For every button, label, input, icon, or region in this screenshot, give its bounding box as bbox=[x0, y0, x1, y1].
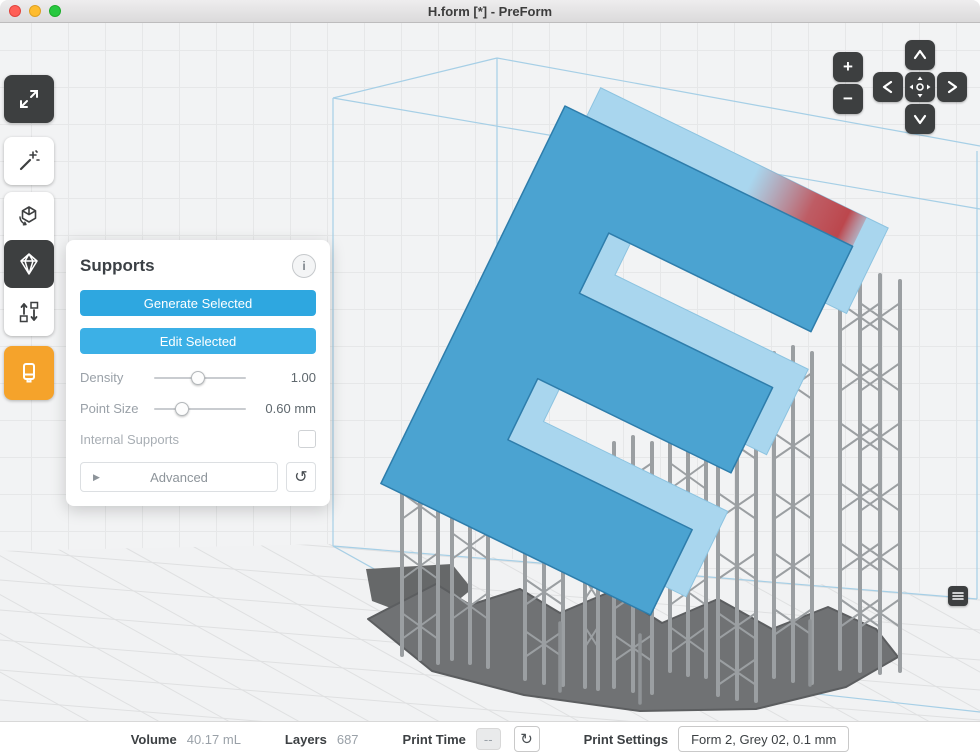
chevron-left-icon bbox=[873, 72, 903, 102]
rotate-view-down-button[interactable] bbox=[905, 104, 935, 134]
model-list-toggle-button[interactable] bbox=[948, 586, 968, 606]
zoom-out-icon: − bbox=[843, 89, 853, 109]
expand-icon: ▶ bbox=[93, 472, 100, 483]
zoom-out-button[interactable]: − bbox=[833, 84, 863, 114]
orient-tool-button[interactable] bbox=[4, 137, 54, 185]
density-label: Density bbox=[80, 370, 154, 385]
rotate-view-up-button[interactable] bbox=[905, 40, 935, 70]
layers-stat: Layers 687 bbox=[285, 732, 359, 747]
layout-tool-button[interactable] bbox=[4, 288, 54, 336]
chevron-right-icon bbox=[937, 72, 967, 102]
advanced-button[interactable]: ▶ Advanced bbox=[80, 462, 278, 492]
print-button[interactable] bbox=[4, 346, 54, 400]
print-time-stat: Print Time -- ↻ bbox=[403, 726, 540, 752]
list-icon bbox=[951, 589, 965, 603]
zoom-controls: + − bbox=[833, 52, 863, 114]
print-time-value: -- bbox=[476, 728, 501, 750]
edit-selected-button[interactable]: Edit Selected bbox=[80, 328, 316, 354]
viewport-3d[interactable]: Supports i Generate Selected Edit Select… bbox=[0, 23, 980, 722]
chevron-up-icon bbox=[905, 40, 935, 70]
scale-tool-button[interactable] bbox=[4, 75, 54, 123]
window-title: H.form [*] - PreForm bbox=[428, 4, 552, 19]
reset-icon: ↺ bbox=[294, 467, 307, 487]
rotate-view-right-button[interactable] bbox=[937, 72, 967, 102]
supports-panel: Supports i Generate Selected Edit Select… bbox=[66, 240, 330, 506]
reset-view-button[interactable] bbox=[905, 72, 935, 102]
reset-view-icon bbox=[905, 72, 935, 102]
layers-label: Layers bbox=[285, 732, 327, 747]
supports-panel-title: Supports bbox=[80, 256, 155, 276]
traffic-lights bbox=[9, 5, 61, 17]
magic-wand-icon bbox=[17, 149, 41, 173]
cartridge-icon bbox=[17, 361, 41, 385]
rotate-view-left-button[interactable] bbox=[873, 72, 903, 102]
volume-stat: Volume 40.17 mL bbox=[131, 732, 241, 747]
print-settings-button[interactable]: Form 2, Grey 02, 0.1 mm bbox=[678, 726, 849, 752]
zoom-in-button[interactable]: + bbox=[833, 52, 863, 82]
density-slider[interactable] bbox=[154, 371, 246, 385]
point-size-slider[interactable] bbox=[154, 402, 246, 416]
advanced-label: Advanced bbox=[150, 470, 208, 485]
point-size-label: Point Size bbox=[80, 401, 154, 416]
rotate-tool-button[interactable] bbox=[4, 192, 54, 240]
layers-value: 687 bbox=[337, 732, 359, 747]
point-size-value: 0.60 mm bbox=[246, 401, 316, 416]
preform-window: H.form [*] - PreForm bbox=[0, 0, 980, 756]
refresh-icon: ↻ bbox=[520, 730, 533, 748]
density-slider-handle[interactable] bbox=[191, 371, 205, 385]
zoom-in-icon: + bbox=[843, 57, 853, 77]
print-settings-stat: Print Settings Form 2, Grey 02, 0.1 mm bbox=[584, 726, 850, 752]
view-dpad bbox=[873, 40, 967, 134]
refresh-print-time-button[interactable]: ↻ bbox=[514, 726, 540, 752]
density-value: 1.00 bbox=[246, 370, 316, 385]
close-window-button[interactable] bbox=[9, 5, 21, 17]
point-size-slider-track[interactable] bbox=[154, 408, 246, 410]
internal-supports-label: Internal Supports bbox=[80, 432, 179, 447]
status-bar: Volume 40.17 mL Layers 687 Print Time --… bbox=[0, 721, 980, 756]
volume-value: 40.17 mL bbox=[187, 732, 241, 747]
print-time-label: Print Time bbox=[403, 732, 466, 747]
volume-label: Volume bbox=[131, 732, 177, 747]
rotate-cube-icon bbox=[17, 204, 41, 228]
supports-tool-button[interactable] bbox=[4, 240, 54, 288]
title-bar: H.form [*] - PreForm bbox=[0, 0, 980, 23]
info-icon[interactable]: i bbox=[292, 254, 316, 278]
internal-supports-checkbox[interactable] bbox=[298, 430, 316, 448]
layout-arrows-icon bbox=[17, 300, 41, 324]
scale-icon bbox=[17, 87, 41, 111]
reset-supports-button[interactable]: ↺ bbox=[286, 462, 316, 492]
supports-lattice-icon bbox=[17, 252, 41, 276]
chevron-down-icon bbox=[905, 104, 935, 134]
minimize-window-button[interactable] bbox=[29, 5, 41, 17]
print-settings-label: Print Settings bbox=[584, 732, 669, 747]
point-size-slider-handle[interactable] bbox=[175, 402, 189, 416]
zoom-window-button[interactable] bbox=[49, 5, 61, 17]
tool-group bbox=[4, 192, 54, 336]
generate-selected-button[interactable]: Generate Selected bbox=[80, 290, 316, 316]
